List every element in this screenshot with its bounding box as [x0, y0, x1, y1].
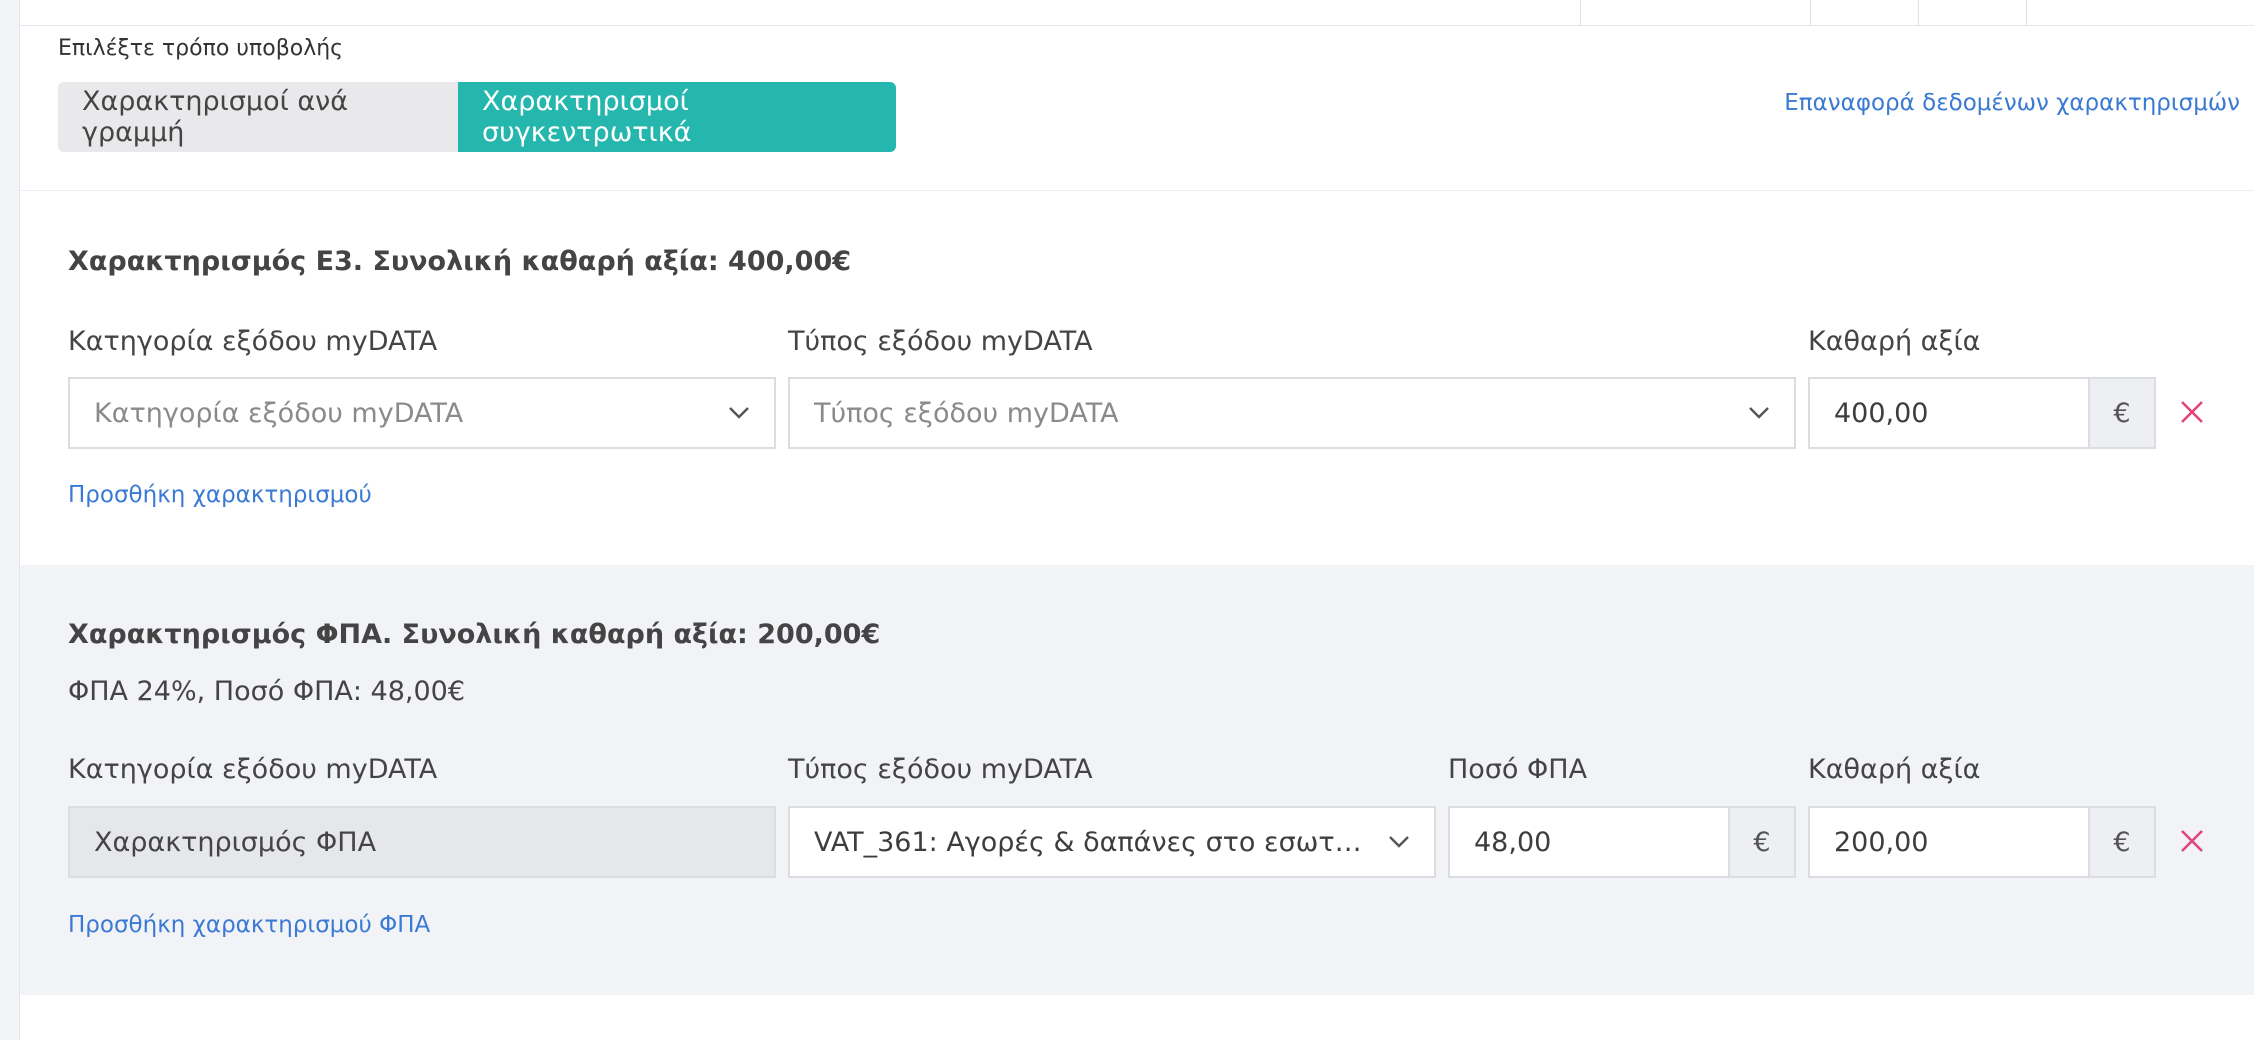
aggregate-mode-button[interactable]: Χαρακτηρισμοί συγκεντρωτικά: [458, 82, 896, 152]
toolbar-divider: [1918, 0, 1919, 26]
e3-type-label: Τύπος εξόδου myDATA: [788, 326, 1093, 357]
chevron-down-icon: [729, 407, 749, 419]
top-toolbar-strip: [20, 0, 2254, 26]
vat-amount-group: 48,00 €: [1448, 806, 1796, 878]
view-mode-toggle: Χαρακτηρισμοί ανά γραμμή Χαρακτηρισμοί σ…: [58, 82, 896, 152]
add-classification-link[interactable]: Προσθήκη χαρακτηρισμού: [68, 482, 372, 508]
close-icon[interactable]: [2178, 398, 2206, 426]
e3-type-select[interactable]: Τύπος εξόδου myDATA: [788, 377, 1796, 449]
vat-section-title: Χαρακτηρισμός ΦΠΑ. Συνολική καθαρή αξία:…: [68, 619, 881, 650]
e3-net-amount-group: 400,00 €: [1808, 377, 2156, 449]
section-divider: [20, 190, 2254, 191]
vat-amount-label: Ποσό ΦΠΑ: [1448, 754, 1588, 785]
vat-type-label: Τύπος εξόδου myDATA: [788, 754, 1093, 785]
reset-classifications-link[interactable]: Επαναφορά δεδομένων χαρακτηρισμών: [1784, 90, 2240, 116]
left-rail: [0, 0, 20, 1040]
vat-category-label: Κατηγορία εξόδου myDATA: [68, 754, 438, 785]
e3-net-amount-input[interactable]: 400,00: [1808, 377, 2088, 449]
toolbar-divider: [1810, 0, 1811, 26]
vat-type-select[interactable]: VAT_361: Αγορές & δαπάνες στο εσωτερι...: [788, 806, 1436, 878]
vat-amount-currency-suffix: €: [1728, 806, 1796, 878]
e3-category-placeholder: Κατηγορία εξόδου myDATA: [94, 397, 464, 429]
vat-amount-input[interactable]: 48,00: [1448, 806, 1728, 878]
vat-net-label: Καθαρή αξία: [1808, 754, 1981, 785]
vat-net-currency-suffix: €: [2088, 806, 2156, 878]
vat-section-subtitle: ΦΠΑ 24%, Ποσό ΦΠΑ: 48,00€: [68, 676, 465, 707]
toolbar-divider: [1580, 0, 1581, 26]
view-mode-label: Επιλέξτε τρόπο υποβολής: [58, 36, 344, 61]
e3-category-select[interactable]: Κατηγορία εξόδου myDATA: [68, 377, 776, 449]
close-icon[interactable]: [2178, 827, 2206, 855]
per-line-mode-button[interactable]: Χαρακτηρισμοί ανά γραμμή: [58, 82, 458, 152]
e3-currency-suffix: €: [2088, 377, 2156, 449]
page: Επιλέξτε τρόπο υποβολής Χαρακτηρισμοί αν…: [0, 0, 2254, 1040]
add-vat-classification-link[interactable]: Προσθήκη χαρακτηρισμού ΦΠΑ: [68, 912, 430, 938]
chevron-down-icon: [1389, 836, 1409, 848]
vat-net-amount-input[interactable]: 200,00: [1808, 806, 2088, 878]
chevron-down-icon: [1749, 407, 1769, 419]
e3-type-placeholder: Τύπος εξόδου myDATA: [814, 397, 1119, 429]
e3-category-label: Κατηγορία εξόδου myDATA: [68, 326, 438, 357]
vat-net-amount-group: 200,00 €: [1808, 806, 2156, 878]
toolbar-divider: [2026, 0, 2027, 26]
vat-category-field: Χαρακτηρισμός ΦΠΑ: [68, 806, 776, 878]
e3-section-title: Χαρακτηρισμός Ε3. Συνολική καθαρή αξία: …: [68, 246, 852, 277]
vat-type-value: VAT_361: Αγορές & δαπάνες στο εσωτερι...: [814, 826, 1374, 858]
e3-net-label: Καθαρή αξία: [1808, 326, 1981, 357]
